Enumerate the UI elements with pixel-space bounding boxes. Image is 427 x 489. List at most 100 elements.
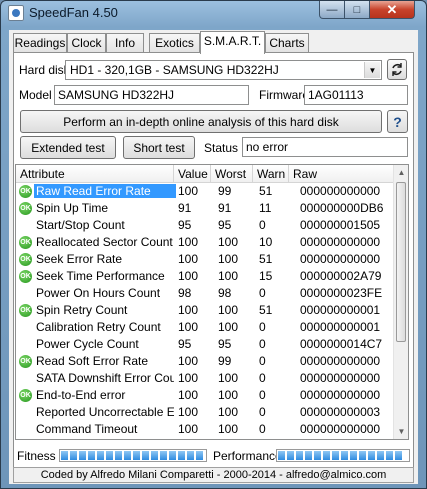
meter-segment: [278, 451, 285, 460]
attribute-cell: Seek Error Rate: [36, 252, 123, 266]
raw-cell: 000000000003: [300, 405, 381, 419]
meter-segment: [305, 451, 312, 460]
value-cell: 100: [178, 388, 199, 402]
raw-cell: 000000000001: [300, 320, 381, 334]
worst-cell: 100: [218, 371, 239, 385]
table-row[interactable]: SATA Downshift Error Count 100 100 0 0000000…: [16, 370, 393, 387]
close-icon: ✕: [386, 1, 398, 17]
value-cell: 100: [178, 184, 199, 198]
list-body: OK Raw Read Error Rate 100 99 51 000000000000…: [16, 183, 393, 438]
attribute-cell: Spin Retry Count: [36, 303, 128, 317]
table-row[interactable]: Power Cycle Count 95 95 0 0000000014C7: [16, 336, 393, 353]
tab-smart[interactable]: S.M.A.R.T.: [200, 31, 265, 54]
raw-cell: 000000002A79: [300, 269, 382, 283]
tab-clock[interactable]: Clock: [67, 33, 106, 52]
tab-charts[interactable]: Charts: [265, 33, 309, 52]
raw-cell: 000000000000: [300, 252, 381, 266]
scroll-up-icon[interactable]: ▲: [394, 165, 408, 180]
raw-cell: 0000000014C7: [300, 337, 383, 351]
warn-cell: 0: [259, 405, 266, 419]
meter-segment: [178, 451, 185, 460]
model-field: SAMSUNG HD322HJ: [54, 85, 249, 105]
tab-readings[interactable]: Readings: [13, 33, 67, 52]
meter-segment: [124, 451, 131, 460]
meter-segment: [88, 451, 95, 460]
tab-exotics[interactable]: Exotics: [149, 33, 200, 52]
attribute-cell: Calibration Retry Count: [36, 320, 161, 334]
meter-segment: [359, 451, 366, 460]
table-row[interactable]: OK Seek Time Performance 100 100 15 000000002…: [16, 268, 393, 285]
chevron-down-icon[interactable]: ▼: [364, 62, 380, 78]
minimize-icon: —: [326, 3, 338, 16]
raw-cell: 000000000DB6: [300, 201, 384, 215]
value-cell: 100: [178, 422, 199, 436]
column-attribute[interactable]: Attribute: [16, 165, 174, 182]
maximize-icon: □: [353, 3, 361, 16]
online-analysis-button[interactable]: Perform an in-depth online analysis of t…: [20, 110, 382, 133]
warn-cell: 51: [259, 252, 273, 266]
meter-segment: [79, 451, 86, 460]
worst-cell: 100: [218, 320, 239, 334]
ok-status-icon: OK: [19, 185, 32, 198]
worst-cell: 100: [218, 269, 239, 283]
help-button[interactable]: ?: [387, 110, 408, 133]
meter-segment: [368, 451, 375, 460]
warn-cell: 11: [259, 201, 272, 215]
meter-segment: [106, 451, 113, 460]
close-button[interactable]: ✕: [369, 1, 415, 19]
table-row[interactable]: OK Read Soft Error Rate 100 99 0 000000000000: [16, 353, 393, 370]
extended-test-button[interactable]: Extended test: [20, 136, 116, 159]
status-field: no error: [242, 137, 408, 157]
table-row[interactable]: OK Raw Read Error Rate 100 99 51 000000000000: [16, 183, 393, 200]
worst-cell: 95: [218, 218, 232, 232]
column-warn[interactable]: Warn: [253, 165, 289, 182]
table-row[interactable]: OK Reallocated Sector Count 100 100 10 000000…: [16, 234, 393, 251]
hard-disk-select[interactable]: HD1 - 320,1GB - SAMSUNG HD322HJ ▼: [65, 60, 382, 80]
meter-segment: [160, 451, 167, 460]
table-row[interactable]: OK End-to-End error 100 100 0 000000000000: [16, 387, 393, 404]
value-cell: 100: [178, 235, 199, 249]
warn-cell: 0: [259, 337, 266, 351]
maximize-button[interactable]: □: [344, 1, 370, 19]
warn-cell: 0: [259, 320, 266, 334]
refresh-button[interactable]: [387, 59, 407, 80]
value-cell: 100: [178, 405, 199, 419]
warn-cell: 10: [259, 235, 273, 249]
hard-disk-label: Hard disk: [19, 63, 70, 77]
short-test-button[interactable]: Short test: [123, 136, 195, 159]
worst-cell: 95: [218, 337, 232, 351]
table-row[interactable]: Power On Hours Count 98 98 0 0000000023FE: [16, 285, 393, 302]
title-bar[interactable]: SpeedFan 4.50 — □ ✕: [1, 1, 426, 26]
smart-attributes-list[interactable]: Attribute Value Worst Warn Raw OK Raw Rea…: [15, 164, 409, 440]
raw-cell: 000000000000: [300, 422, 381, 436]
meter-segment: [314, 451, 321, 460]
raw-cell: 000000000000: [300, 184, 381, 198]
table-row[interactable]: Command Timeout 100 100 0 000000000000: [16, 421, 393, 438]
meter-segment: [395, 451, 402, 460]
raw-cell: 0000000023FE: [300, 286, 383, 300]
table-row[interactable]: OK Seek Error Rate 100 100 51 000000000000: [16, 251, 393, 268]
performance-label: Performance: [213, 449, 282, 463]
scroll-down-icon[interactable]: ▼: [394, 424, 408, 439]
table-row[interactable]: OK Spin Up Time 91 91 11 000000000DB6: [16, 200, 393, 217]
ok-status-icon: OK: [19, 202, 32, 215]
worst-cell: 91: [218, 201, 232, 215]
worst-cell: 100: [218, 303, 239, 317]
table-row[interactable]: OK Spin Retry Count 100 100 51 000000000001: [16, 302, 393, 319]
table-row[interactable]: Start/Stop Count 95 95 0 000000001505: [16, 217, 393, 234]
vertical-scrollbar[interactable]: ▲ ▼: [393, 165, 408, 439]
table-row[interactable]: Reported Uncorrectable Er... 100 100 0 00000…: [16, 404, 393, 421]
table-row[interactable]: Calibration Retry Count 100 100 0 0000000000…: [16, 319, 393, 336]
column-worst[interactable]: Worst: [211, 165, 253, 182]
attribute-cell: Start/Stop Count: [36, 218, 125, 232]
value-cell: 91: [178, 201, 192, 215]
warn-cell: 0: [259, 371, 266, 385]
column-value[interactable]: Value: [174, 165, 211, 182]
attribute-cell: Read Soft Error Rate: [36, 354, 149, 368]
ok-status-icon: OK: [19, 389, 32, 402]
column-raw[interactable]: Raw: [289, 165, 393, 182]
minimize-button[interactable]: —: [319, 1, 345, 19]
ok-status-icon: OK: [19, 236, 32, 249]
tab-info[interactable]: Info: [106, 33, 144, 52]
scrollbar-thumb[interactable]: [396, 182, 406, 342]
